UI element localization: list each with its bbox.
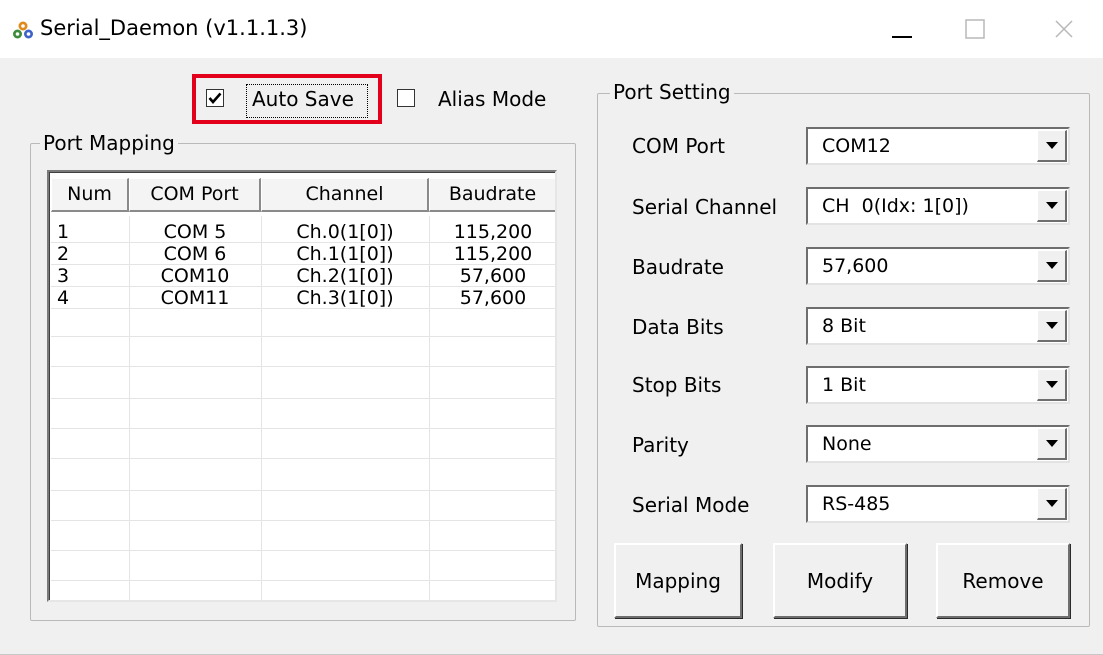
table-row[interactable]: 3 COM10 Ch.2(1[0]) 57,600 — [51, 265, 555, 288]
serial-mode-value: RS-485 — [822, 493, 891, 515]
com-port-label: COM Port — [632, 134, 725, 158]
grid-line — [51, 550, 555, 551]
alias-mode-label[interactable]: Alias Mode — [438, 87, 546, 111]
com-port-value: COM12 — [822, 135, 891, 157]
cell-baudrate: 115,200 — [453, 221, 533, 243]
chevron-down-icon[interactable] — [1037, 310, 1067, 342]
alias-mode-checkbox[interactable] — [397, 89, 415, 107]
parity-value: None — [822, 433, 872, 455]
modify-button[interactable]: Modify — [773, 543, 907, 618]
cell-num: 2 — [57, 243, 70, 265]
table-row[interactable]: 2 COM 6 Ch.1(1[0]) 115,200 — [51, 243, 555, 266]
cell-channel: Ch.3(1[0]) — [296, 287, 394, 309]
column-header-channel[interactable]: Channel — [261, 178, 429, 212]
mapping-button[interactable]: Mapping — [614, 543, 742, 618]
stop-bits-value: 1 Bit — [822, 374, 866, 396]
cell-baudrate: 115,200 — [453, 243, 533, 265]
remove-button[interactable]: Remove — [936, 543, 1070, 618]
cell-com-port: COM 5 — [163, 221, 227, 243]
grid-line — [51, 398, 555, 399]
maximize-icon — [965, 19, 985, 39]
serial-mode-label: Serial Mode — [632, 493, 750, 517]
stop-bits-dropdown[interactable]: 1 Bit — [806, 366, 1070, 404]
port-setting-title: Port Setting — [610, 80, 734, 104]
cell-baudrate: 57,600 — [459, 287, 527, 309]
baudrate-value: 57,600 — [822, 255, 889, 277]
data-bits-label: Data Bits — [632, 315, 724, 339]
cell-com-port: COM 6 — [163, 243, 227, 265]
data-bits-value: 8 Bit — [822, 315, 866, 337]
com-port-dropdown[interactable]: COM12 — [806, 127, 1070, 165]
grid-line — [51, 490, 555, 491]
title-bar[interactable]: Serial_Daemon (v1.1.1.3) — [0, 0, 1103, 58]
port-mapping-list[interactable]: Num COM Port Channel Baudrate 1 COM 5 Ch… — [47, 170, 557, 602]
minimize-icon — [892, 36, 912, 38]
column-header-com-port[interactable]: COM Port — [129, 178, 261, 212]
chevron-down-icon[interactable] — [1037, 250, 1067, 282]
close-button[interactable] — [1036, 0, 1092, 58]
parity-label: Parity — [632, 433, 689, 457]
grid-line — [51, 520, 555, 521]
grid-line — [51, 458, 555, 459]
grid-line — [51, 428, 555, 429]
list-header: Num COM Port Channel Baudrate — [51, 178, 555, 216]
cell-com-port: COM11 — [160, 287, 230, 309]
close-icon — [1055, 20, 1073, 38]
table-row[interactable]: 4 COM11 Ch.3(1[0]) 57,600 — [51, 287, 555, 310]
column-header-baudrate[interactable]: Baudrate — [429, 178, 555, 212]
cell-com-port: COM10 — [160, 265, 230, 287]
cell-channel: Ch.0(1[0]) — [296, 221, 394, 243]
baudrate-dropdown[interactable]: 57,600 — [806, 247, 1070, 285]
column-header-num[interactable]: Num — [51, 178, 129, 212]
chevron-down-icon[interactable] — [1037, 428, 1067, 460]
cell-num: 3 — [57, 265, 70, 287]
chevron-down-icon[interactable] — [1037, 190, 1067, 222]
maximize-button[interactable] — [947, 0, 1003, 58]
grid-line — [51, 336, 555, 337]
minimize-button[interactable] — [874, 0, 930, 58]
chevron-down-icon[interactable] — [1037, 488, 1067, 520]
cell-num: 1 — [57, 221, 70, 243]
cell-baudrate: 57,600 — [459, 265, 527, 287]
baudrate-label: Baudrate — [632, 255, 724, 279]
chevron-down-icon[interactable] — [1037, 369, 1067, 401]
window-title: Serial_Daemon (v1.1.1.3) — [40, 16, 308, 40]
serial-channel-label: Serial Channel — [632, 195, 778, 219]
parity-dropdown[interactable]: None — [806, 425, 1070, 463]
auto-save-label[interactable]: Auto Save — [252, 87, 354, 111]
data-bits-dropdown[interactable]: 8 Bit — [806, 307, 1070, 345]
serial-mode-dropdown[interactable]: RS-485 — [806, 485, 1070, 523]
auto-save-checkbox[interactable] — [206, 89, 224, 107]
stop-bits-label: Stop Bits — [632, 373, 722, 397]
cell-channel: Ch.1(1[0]) — [296, 243, 394, 265]
grid-line — [51, 580, 555, 581]
serial-channel-value: CH 0(Idx: 1[0]) — [822, 195, 969, 217]
table-row[interactable]: 1 COM 5 Ch.0(1[0]) 115,200 — [51, 221, 555, 244]
serial-channel-dropdown[interactable]: CH 0(Idx: 1[0]) — [806, 187, 1070, 225]
cell-channel: Ch.2(1[0]) — [296, 265, 394, 287]
checkmark-icon — [208, 92, 222, 104]
app-icon — [13, 21, 33, 39]
port-mapping-title: Port Mapping — [40, 131, 178, 155]
app-window: Serial_Daemon (v1.1.1.3) Auto Save Alias… — [0, 0, 1103, 655]
cell-num: 4 — [57, 287, 70, 309]
chevron-down-icon[interactable] — [1037, 130, 1067, 162]
grid-line — [51, 366, 555, 367]
